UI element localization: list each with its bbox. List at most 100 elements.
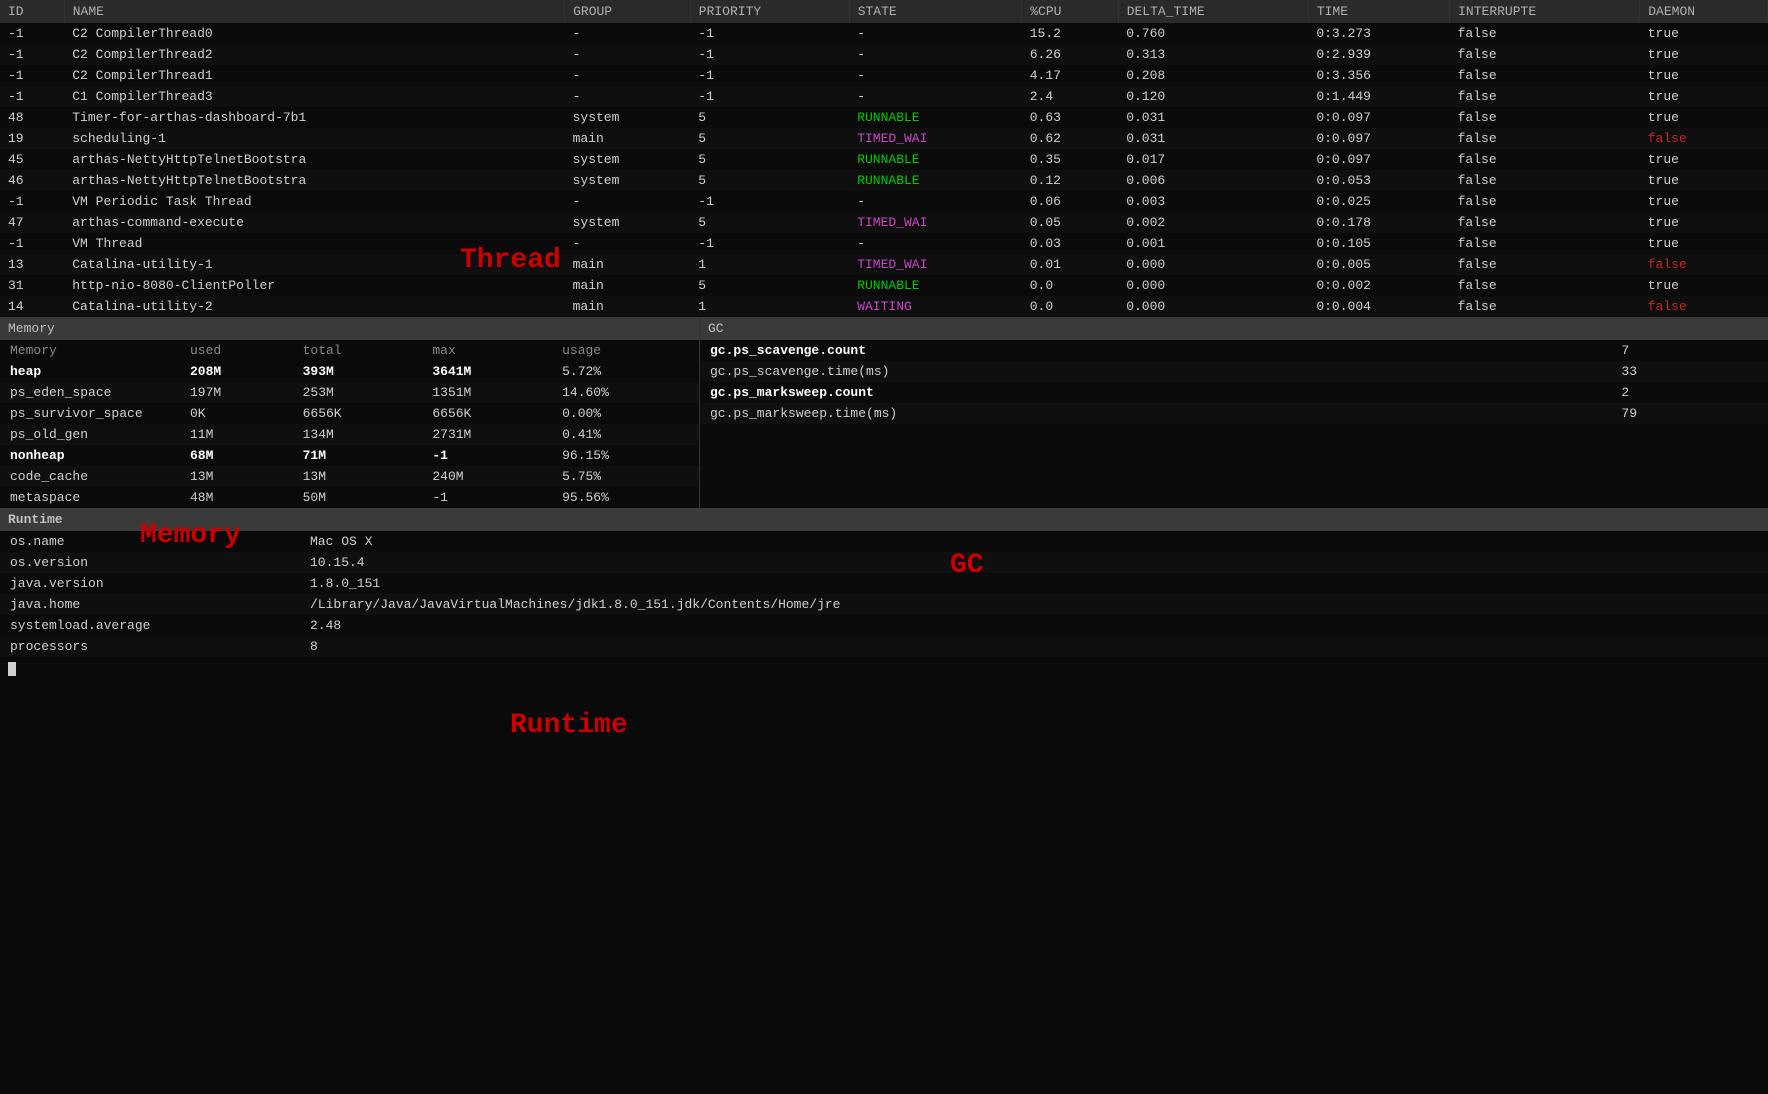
- col-id: ID: [0, 0, 64, 23]
- thread-cell: 46: [0, 170, 64, 191]
- thread-row: -1C2 CompilerThread0--1-15.20.7600:3.273…: [0, 23, 1768, 44]
- memory-row: metaspace48M50M-195.56%: [0, 487, 699, 508]
- col-cpu: %CPU: [1022, 0, 1118, 23]
- col-name: NAME: [64, 0, 564, 23]
- thread-cell: -1: [0, 65, 64, 86]
- thread-cell: 0.0: [1022, 275, 1118, 296]
- thread-cell: -1: [690, 86, 849, 107]
- thread-cell: 0:1.449: [1308, 86, 1449, 107]
- thread-cell: 0:0.097: [1308, 128, 1449, 149]
- thread-row: 19scheduling-1main5TIMED_WAI0.620.0310:0…: [0, 128, 1768, 149]
- memory-cell: 6656K: [422, 403, 552, 424]
- thread-table: ID NAME GROUP PRIORITY STATE %CPU DELTA_…: [0, 0, 1768, 317]
- runtime-value-cell: /Library/Java/JavaVirtualMachines/jdk1.8…: [300, 594, 1768, 615]
- gc-row: gc.ps_scavenge.count7: [700, 340, 1768, 361]
- thread-cell: WAITING: [849, 296, 1022, 317]
- cursor-block: [8, 662, 16, 676]
- thread-cell: 0:0.002: [1308, 275, 1449, 296]
- runtime-key-cell: os.version: [0, 552, 300, 573]
- thread-cell: RUNNABLE: [849, 275, 1022, 296]
- thread-row: 48Timer-for-arthas-dashboard-7b1system5R…: [0, 107, 1768, 128]
- thread-cell: 0.760: [1118, 23, 1308, 44]
- thread-cell: 0.120: [1118, 86, 1308, 107]
- thread-cell: TIMED_WAI: [849, 212, 1022, 233]
- thread-cell: -: [565, 65, 691, 86]
- col-interrupted: INTERRUPTE: [1450, 0, 1640, 23]
- thread-cell: 0.002: [1118, 212, 1308, 233]
- thread-cell: -1: [690, 44, 849, 65]
- gc-name-cell: gc.ps_marksweep.count: [700, 382, 1611, 403]
- thread-row: 45arthas-NettyHttpTelnetBootstrasystem5R…: [0, 149, 1768, 170]
- thread-cell: -1: [0, 233, 64, 254]
- thread-row: 31http-nio-8080-ClientPollermain5RUNNABL…: [0, 275, 1768, 296]
- memory-header: Memory: [0, 317, 700, 340]
- runtime-table: os.nameMac OS Xos.version10.15.4java.ver…: [0, 531, 1768, 657]
- memory-cell: 197M: [180, 382, 293, 403]
- thread-cell: system: [565, 107, 691, 128]
- memory-cell: 13M: [293, 466, 423, 487]
- mcol-usage: usage: [552, 340, 699, 361]
- memory-cell: 5.72%: [552, 361, 699, 382]
- thread-cell: true: [1640, 149, 1768, 170]
- thread-cell: 47: [0, 212, 64, 233]
- thread-cell: 0:0.053: [1308, 170, 1449, 191]
- thread-row: 13Catalina-utility-1main1TIMED_WAI0.010.…: [0, 254, 1768, 275]
- thread-cell: 15.2: [1022, 23, 1118, 44]
- mcol-used: used: [180, 340, 293, 361]
- thread-cell: C2 CompilerThread1: [64, 65, 564, 86]
- thread-cell: 1: [690, 254, 849, 275]
- thread-cell: -: [849, 44, 1022, 65]
- memory-cell: 48M: [180, 487, 293, 508]
- col-state: STATE: [849, 0, 1022, 23]
- thread-cell: 0.62: [1022, 128, 1118, 149]
- thread-cell: -1: [690, 233, 849, 254]
- thread-cell: -: [565, 233, 691, 254]
- memory-col-header: Memory used total max usage: [0, 340, 699, 361]
- gc-value-cell: 2: [1611, 382, 1768, 403]
- thread-cell: system: [565, 149, 691, 170]
- memory-cell: 0K: [180, 403, 293, 424]
- memory-row: code_cache13M13M240M5.75%: [0, 466, 699, 487]
- runtime-row: os.version10.15.4: [0, 552, 1768, 573]
- memory-cell: -1: [422, 445, 552, 466]
- thread-cell: main: [565, 128, 691, 149]
- gc-row: gc.ps_marksweep.time(ms)79: [700, 403, 1768, 424]
- thread-cell: false: [1450, 107, 1640, 128]
- thread-cell: -: [565, 23, 691, 44]
- thread-cell: C1 CompilerThread3: [64, 86, 564, 107]
- thread-cell: main: [565, 254, 691, 275]
- memory-cell: -1: [422, 487, 552, 508]
- col-delta: DELTA_TIME: [1118, 0, 1308, 23]
- gc-name-cell: gc.ps_scavenge.count: [700, 340, 1611, 361]
- runtime-key-cell: java.version: [0, 573, 300, 594]
- memory-row: ps_eden_space197M253M1351M14.60%: [0, 382, 699, 403]
- memory-cell: 2731M: [422, 424, 552, 445]
- thread-cell: 19: [0, 128, 64, 149]
- thread-cell: -1: [690, 65, 849, 86]
- thread-cell: arthas-NettyHttpTelnetBootstra: [64, 170, 564, 191]
- overlay-label-runtime: Runtime: [510, 710, 628, 741]
- thread-cell: 0.000: [1118, 254, 1308, 275]
- thread-cell: true: [1640, 107, 1768, 128]
- gc-value-cell: 7: [1611, 340, 1768, 361]
- thread-row: -1VM Periodic Task Thread--1-0.060.0030:…: [0, 191, 1768, 212]
- thread-cell: false: [1640, 254, 1768, 275]
- runtime-value-cell: Mac OS X: [300, 531, 1768, 552]
- runtime-key-cell: java.home: [0, 594, 300, 615]
- thread-row: 47arthas-command-executesystem5TIMED_WAI…: [0, 212, 1768, 233]
- thread-cell: 5: [690, 275, 849, 296]
- thread-cell: system: [565, 212, 691, 233]
- thread-cell: false: [1450, 212, 1640, 233]
- runtime-key-cell: os.name: [0, 531, 300, 552]
- thread-cell: 0:0.025: [1308, 191, 1449, 212]
- thread-cell: false: [1450, 86, 1640, 107]
- runtime-section-header: Runtime: [0, 508, 1768, 531]
- thread-cell: false: [1450, 191, 1640, 212]
- memory-row: heap208M393M3641M5.72%: [0, 361, 699, 382]
- runtime-row: os.nameMac OS X: [0, 531, 1768, 552]
- cursor-line: [0, 657, 1768, 680]
- thread-cell: false: [1640, 128, 1768, 149]
- thread-cell: 0:0.005: [1308, 254, 1449, 275]
- thread-cell: false: [1450, 254, 1640, 275]
- thread-cell: 0.006: [1118, 170, 1308, 191]
